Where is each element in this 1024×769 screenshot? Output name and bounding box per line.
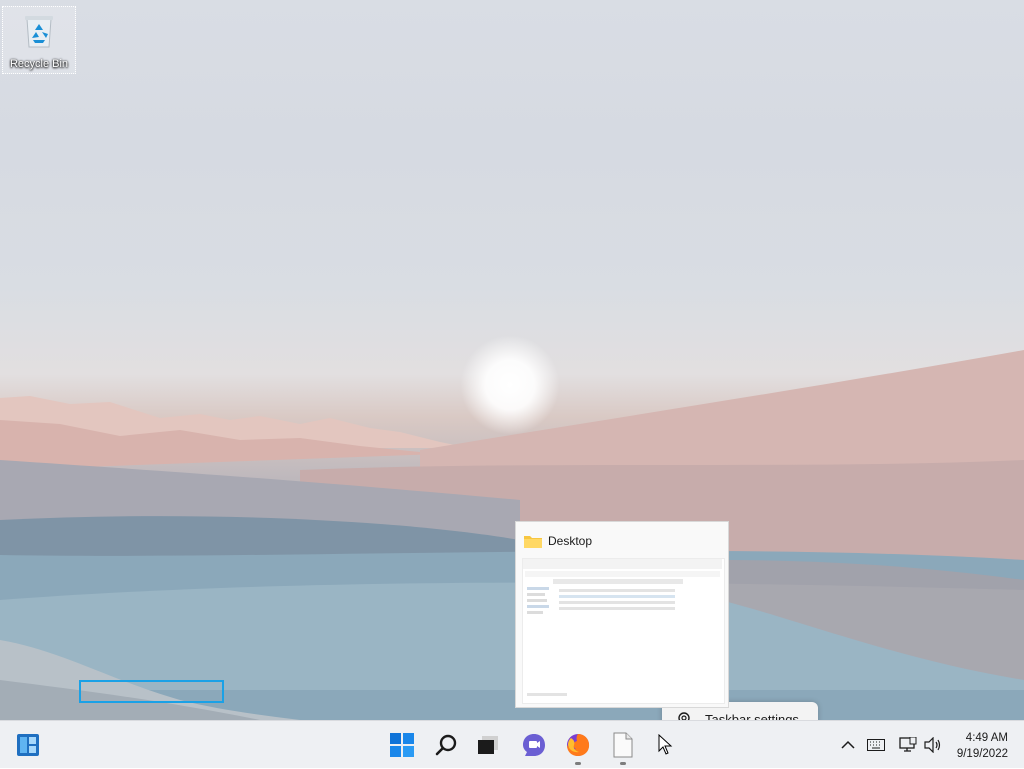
blank-document-icon [613, 732, 633, 758]
task-view-button[interactable] [468, 721, 508, 769]
widgets-button[interactable] [8, 721, 48, 769]
cursor-icon [658, 734, 673, 755]
preview-title: Desktop [548, 534, 593, 548]
chat-button[interactable] [514, 721, 554, 769]
show-hidden-icons-button[interactable] [838, 721, 858, 769]
network-tray-button[interactable] [896, 721, 920, 769]
firefox-icon [567, 734, 590, 756]
explorer-thumbnail-graphic [523, 559, 722, 696]
search-button[interactable] [427, 721, 467, 769]
chat-icon [523, 734, 545, 756]
recycle-bin-label: Recycle Bin [9, 58, 69, 70]
firefox-running-indicator [575, 762, 581, 765]
start-button[interactable] [382, 721, 422, 769]
speaker-icon [924, 737, 941, 753]
window-preview[interactable]: Desktop [515, 521, 729, 708]
volume-tray-button[interactable] [921, 721, 945, 769]
mouse-cursor [646, 721, 686, 769]
chevron-up-icon [841, 740, 855, 749]
widgets-icon [17, 734, 39, 756]
sun-glow [460, 335, 560, 435]
file-explorer-button[interactable] [603, 721, 643, 769]
preview-thumbnail [522, 558, 725, 704]
folder-icon [524, 536, 542, 548]
firefox-button[interactable] [558, 721, 598, 769]
clock-time: 4:49 AM [965, 732, 1008, 744]
keyboard-icon [867, 739, 885, 751]
search-icon [435, 734, 457, 756]
task-view-icon [478, 736, 498, 754]
keyboard-tray-button[interactable] [864, 721, 888, 769]
taskbar: 4:49 AM 9/19/2022 [0, 720, 1024, 768]
explorer-running-indicator [620, 762, 626, 765]
clock[interactable]: 4:49 AM 9/19/2022 [957, 730, 1008, 762]
desktop-wallpaper [0, 0, 1024, 720]
recycle-bin-icon[interactable]: Recycle Bin [2, 6, 76, 74]
clock-date: 9/19/2022 [956, 748, 1008, 760]
windows-logo-icon [390, 733, 414, 757]
recycle-bin-graphic [25, 16, 53, 48]
network-icon [899, 737, 917, 752]
selection-rectangle [79, 680, 224, 703]
